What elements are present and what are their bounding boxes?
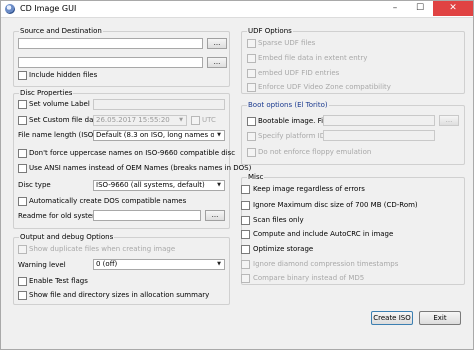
warning-level-label: Warning level — [18, 261, 66, 269]
readme-label: Readme for old systems — [18, 212, 103, 220]
chevron-down-icon: ▼ — [214, 260, 224, 269]
disc-properties-group: Disc Properties — [13, 89, 230, 229]
use-ansi-names-checkbox[interactable] — [18, 164, 27, 173]
embed-fid-checkbox[interactable] — [247, 69, 256, 78]
create-iso-button[interactable]: Create ISO — [371, 311, 413, 325]
file-name-length-select[interactable]: Default (8.3 on ISO, long names on other… — [93, 130, 225, 141]
set-custom-date-checkbox[interactable] — [18, 116, 27, 125]
scan-files-only-checkbox[interactable] — [241, 216, 250, 225]
calendar-dropdown-icon: ▼ — [176, 116, 186, 125]
embed-file-data-label: Embed file data in extent entry — [258, 54, 368, 62]
specify-platform-label: Specify platform ID — [258, 132, 326, 140]
disc-type-select[interactable]: ISO-9660 (all systems, default) ▼ — [93, 180, 225, 191]
title-bar[interactable]: CD Image GUI – ☐ ✕ — [1, 1, 473, 18]
utc-checkbox[interactable] — [191, 116, 200, 125]
cd-app-icon — [5, 4, 15, 14]
warning-level-value: 0 (off) — [96, 260, 118, 268]
udf-options-legend: UDF Options — [247, 27, 293, 36]
use-ansi-names-label: Use ANSI names instead of OEM Names (bre… — [29, 164, 252, 172]
sparse-udf-label: Sparse UDF files — [258, 39, 316, 47]
keep-image-checkbox[interactable] — [241, 185, 250, 194]
sparse-udf-checkbox[interactable] — [247, 39, 256, 48]
destination-input[interactable] — [18, 57, 203, 68]
ignore-timestamps-label: Ignore diamond compression timestamps — [253, 260, 399, 268]
boot-file-input[interactable] — [323, 115, 435, 126]
compare-binary-label: Compare binary instead of MD5 — [253, 274, 365, 282]
ignore-max-size-label: Ignore Maximum disc size of 700 MB (CD-R… — [253, 201, 418, 209]
custom-date-value: 26.05.2017 15:55:20 — [96, 116, 170, 124]
include-hidden-label: Include hidden files — [29, 71, 98, 79]
readme-input[interactable] — [93, 210, 201, 221]
disc-properties-legend: Disc Properties — [19, 89, 74, 98]
enable-test-flags-checkbox[interactable] — [18, 277, 27, 286]
no-floppy-emulation-checkbox[interactable] — [247, 148, 256, 157]
show-summary-label: Show file and directory sizes in allocat… — [29, 291, 210, 299]
enforce-video-zone-checkbox[interactable] — [247, 83, 256, 92]
embed-fid-label: embed UDF FID entries — [258, 69, 340, 77]
bootable-image-checkbox[interactable] — [247, 117, 256, 126]
chevron-down-icon: ▼ — [214, 181, 224, 190]
optimize-storage-label: Optimize storage — [253, 245, 314, 253]
ignore-max-size-checkbox[interactable] — [241, 201, 250, 210]
embed-file-data-checkbox[interactable] — [247, 54, 256, 63]
exit-button[interactable]: Exit — [419, 311, 461, 325]
ignore-timestamps-checkbox[interactable] — [241, 260, 250, 269]
window-title: CD Image GUI — [20, 4, 77, 13]
show-duplicate-checkbox[interactable] — [18, 245, 27, 254]
chevron-down-icon: ▼ — [214, 131, 224, 140]
file-name-length-label: File name length (ISO) — [18, 131, 97, 139]
close-button[interactable]: ✕ — [433, 1, 473, 16]
file-name-length-value: Default (8.3 on ISO, long names on other… — [96, 131, 224, 139]
auto-dos-names-label: Automatically create DOS compatible name… — [29, 197, 187, 205]
auto-dos-names-checkbox[interactable] — [18, 197, 27, 206]
boot-file-browse-button[interactable]: ... — [439, 115, 459, 126]
minimize-button[interactable]: – — [383, 1, 407, 16]
source-browse-button[interactable]: ... — [207, 38, 227, 49]
scan-files-only-label: Scan files only — [253, 216, 304, 224]
custom-date-picker[interactable]: 26.05.2017 15:55:20 ▼ — [93, 115, 187, 126]
destination-browse-button[interactable]: ... — [207, 57, 227, 68]
source-destination-legend: Source and Destination — [19, 27, 103, 36]
no-floppy-emulation-label: Do not enforce floppy emulation — [258, 148, 372, 156]
dont-force-uppercase-label: Don't force uppercase names on ISO-9660 … — [29, 149, 236, 157]
show-summary-checkbox[interactable] — [18, 291, 27, 300]
maximize-button[interactable]: ☐ — [408, 1, 432, 16]
keep-image-label: Keep image regardless of errors — [253, 185, 365, 193]
compute-autocrc-label: Compute and include AutoCRC in image — [253, 230, 394, 238]
bootable-image-label: Bootable image. File: — [258, 117, 332, 125]
compare-binary-checkbox[interactable] — [241, 274, 250, 283]
warning-level-select[interactable]: 0 (off) ▼ — [93, 259, 225, 270]
include-hidden-checkbox[interactable] — [18, 71, 27, 80]
platform-id-input[interactable] — [323, 130, 435, 141]
show-duplicate-label: Show duplicate files when creating image — [29, 245, 176, 253]
enable-test-flags-label: Enable Test flags — [29, 277, 88, 285]
enforce-video-zone-label: Enforce UDF Video Zone compatibility — [258, 83, 391, 91]
volume-label-input[interactable] — [93, 99, 225, 110]
set-volume-label-checkbox[interactable] — [18, 100, 27, 109]
misc-legend: Misc — [247, 173, 265, 182]
source-input[interactable] — [18, 38, 203, 49]
set-custom-date-label: Set Custom file date — [29, 116, 101, 124]
disc-type-label: Disc type — [18, 181, 51, 189]
specify-platform-checkbox[interactable] — [247, 132, 256, 141]
disc-type-value: ISO-9660 (all systems, default) — [96, 181, 205, 189]
utc-label: UTC — [202, 116, 216, 124]
cd-image-gui-window: CD Image GUI – ☐ ✕ Source and Destinatio… — [0, 0, 474, 350]
output-debug-legend: Output and debug Options — [19, 233, 115, 242]
readme-browse-button[interactable]: ... — [205, 210, 225, 221]
dont-force-uppercase-checkbox[interactable] — [18, 149, 27, 158]
set-volume-label-label: Set volume Label — [29, 100, 90, 108]
boot-options-legend: Boot options (El Torito) — [247, 101, 329, 110]
optimize-storage-checkbox[interactable] — [241, 245, 250, 254]
compute-autocrc-checkbox[interactable] — [241, 230, 250, 239]
